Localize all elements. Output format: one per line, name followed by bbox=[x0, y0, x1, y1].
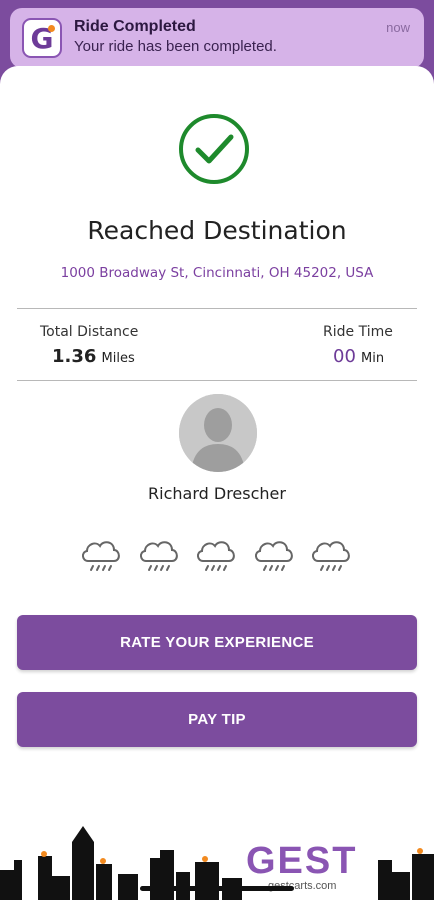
ride-time-unit: Min bbox=[361, 351, 385, 366]
distance-unit: Miles bbox=[101, 351, 135, 366]
page-title: Reached Destination bbox=[87, 216, 347, 245]
driver-name: Richard Drescher bbox=[148, 484, 286, 503]
total-distance-label: Total Distance bbox=[40, 324, 139, 340]
total-distance-value: 1.36 Miles bbox=[52, 346, 135, 367]
distance-number: 1.36 bbox=[52, 346, 97, 367]
ride-time-label: Ride Time bbox=[323, 324, 393, 340]
checkmark-circle-icon bbox=[178, 113, 250, 185]
divider-top bbox=[17, 308, 417, 309]
rain-cloud-icon[interactable] bbox=[193, 533, 239, 579]
divider-bottom bbox=[17, 380, 417, 381]
app-icon: G bbox=[22, 18, 62, 58]
ride-time-value: 00 Min bbox=[333, 346, 384, 367]
app-icon-dot bbox=[48, 25, 55, 32]
notification-body: Your ride has been completed. bbox=[74, 38, 277, 55]
rain-cloud-icon[interactable] bbox=[308, 533, 354, 579]
avatar bbox=[179, 394, 257, 472]
app-icon-letter: G bbox=[30, 21, 54, 55]
rain-cloud-icon[interactable] bbox=[251, 533, 297, 579]
rain-cloud-icon[interactable] bbox=[78, 533, 124, 579]
pay-tip-button[interactable]: PAY TIP bbox=[17, 692, 417, 747]
person-silhouette-icon bbox=[179, 394, 257, 472]
rate-experience-button[interactable]: RATE YOUR EXPERIENCE bbox=[17, 615, 417, 670]
notification-title: Ride Completed bbox=[74, 18, 196, 35]
home-indicator bbox=[140, 886, 294, 891]
sheet-top bbox=[0, 66, 434, 96]
notification-time: now bbox=[386, 20, 410, 35]
notification-banner[interactable]: G Ride Completed Your ride has been comp… bbox=[10, 8, 424, 68]
destination-address: 1000 Broadway St, Cincinnati, OH 45202, … bbox=[60, 265, 374, 281]
rain-cloud-icon[interactable] bbox=[136, 533, 182, 579]
brand-logo: GEST bbox=[246, 840, 358, 882]
rating-row bbox=[78, 533, 354, 583]
ride-time-number: 00 bbox=[333, 346, 356, 367]
